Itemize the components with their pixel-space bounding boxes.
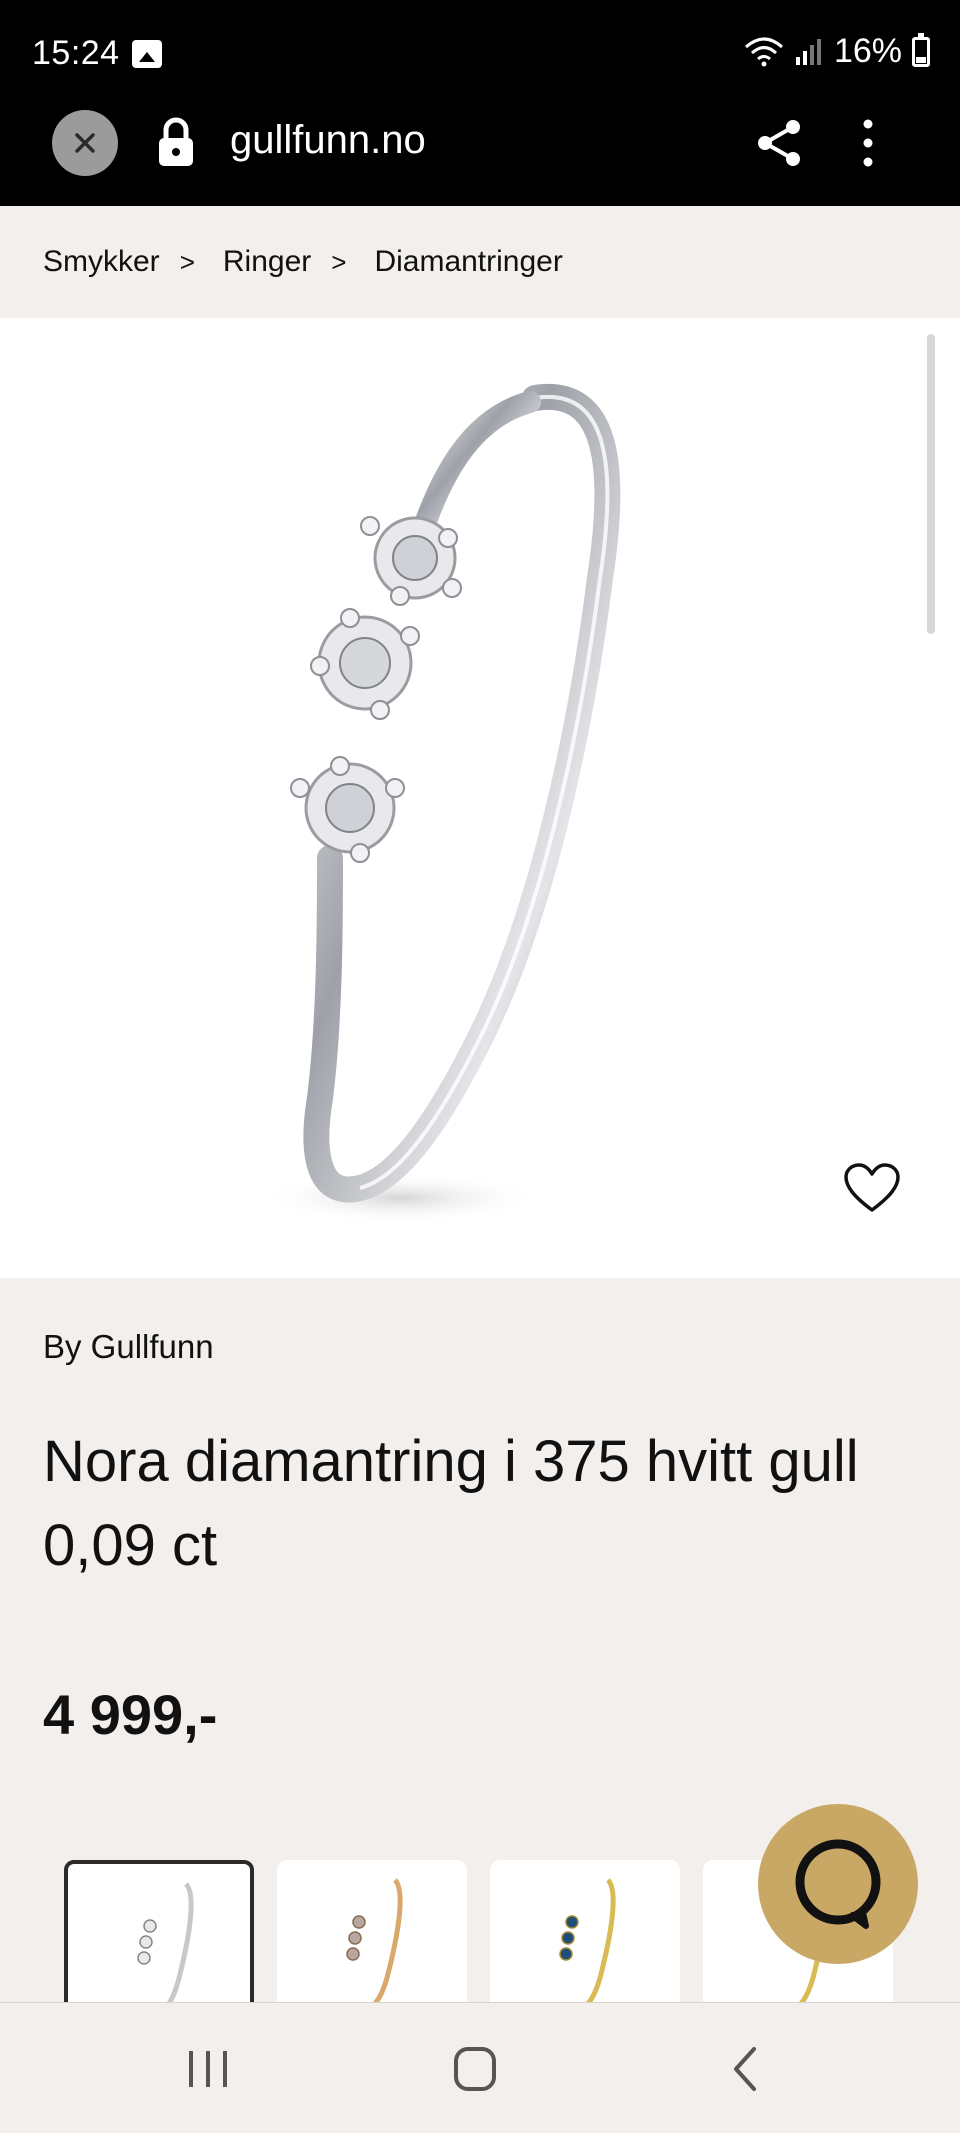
product-brand[interactable]: By Gullfunn (43, 1328, 214, 1366)
image-scrollbar[interactable] (927, 334, 935, 634)
ring-image (260, 383, 621, 1224)
stone-bottom (304, 762, 396, 854)
recents-icon[interactable] (185, 2047, 231, 2091)
more-vertical-icon[interactable] (860, 118, 876, 168)
url-text[interactable]: gullfunn.no (230, 118, 426, 163)
chat-bubble-icon (795, 1839, 881, 1929)
close-icon (75, 133, 95, 153)
thumbnail-rose-gold[interactable] (277, 1860, 467, 2020)
chat-button[interactable] (758, 1804, 918, 1964)
image-notification-icon (132, 40, 162, 68)
thumbnail-white-gold[interactable] (64, 1860, 254, 2020)
heart-icon[interactable] (843, 1162, 901, 1214)
back-icon[interactable] (728, 2045, 762, 2093)
wifi-icon (744, 37, 783, 66)
product-image[interactable] (0, 318, 960, 1278)
ring-thumbnail-image (137, 1882, 194, 2015)
ring-thumbnail-image (559, 1878, 616, 2011)
home-icon[interactable] (452, 2045, 498, 2093)
signal-icon (795, 38, 821, 65)
breadcrumb-item-ringer[interactable]: Ringer (223, 245, 311, 279)
product-title: Nora diamantring i 375 hvitt gull 0,09 c… (43, 1429, 859, 1578)
browser-url-bar (0, 108, 960, 206)
status-time: 15:24 (32, 34, 120, 72)
ring-thumbnail-image (346, 1878, 403, 2011)
thumbnail-sapphire[interactable] (490, 1860, 680, 2020)
share-icon[interactable] (756, 118, 802, 168)
status-bar: 15:24 16% (0, 0, 960, 108)
system-navigation-bar (0, 2002, 960, 2133)
battery-percent: 16% (833, 32, 902, 70)
breadcrumb-item-smykker[interactable]: Smykker (43, 245, 160, 279)
close-tab-button[interactable] (52, 110, 118, 176)
battery-icon (912, 32, 930, 67)
breadcrumb-item-diamantringer[interactable]: Diamantringer (374, 245, 562, 279)
breadcrumb: Smykker > Ringer > Diamantringer (0, 206, 960, 318)
breadcrumb-separator: > (331, 246, 347, 277)
lock-icon (159, 117, 193, 166)
status-right: 16% (744, 32, 930, 71)
product-price: 4 999,- (43, 1683, 218, 1746)
breadcrumb-separator: > (179, 246, 195, 277)
stone-middle (317, 615, 413, 711)
